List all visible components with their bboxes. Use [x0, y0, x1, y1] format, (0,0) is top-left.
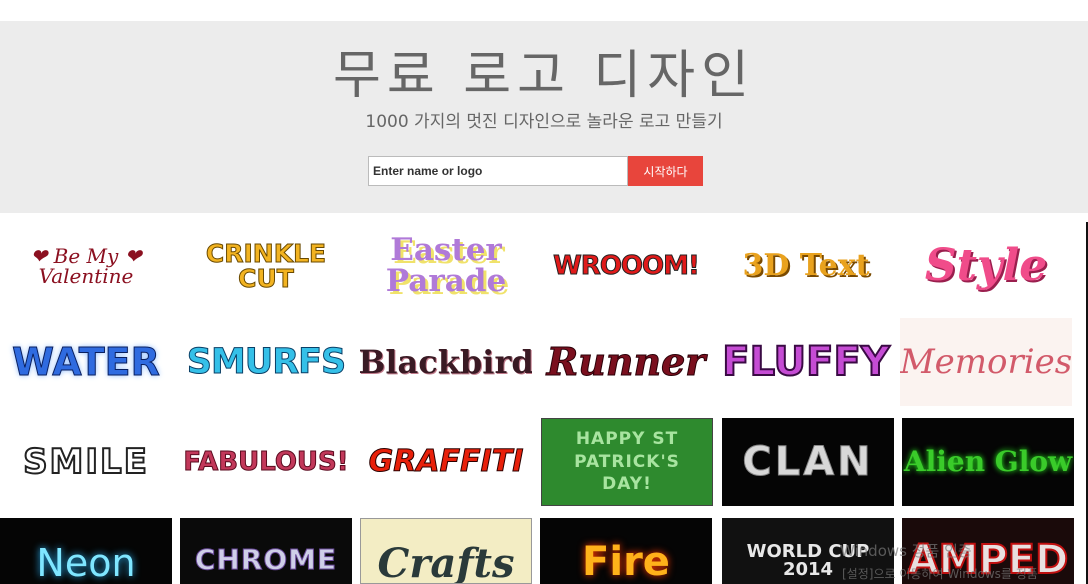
page-subtitle: 1000 가지의 멋진 디자인으로 놀라운 로고 만들기 [365, 112, 723, 132]
logo-text: Easter Parade [385, 232, 507, 299]
logo-tile-crinkle-cut[interactable]: CRINKLE CUT [180, 222, 352, 310]
logo-tile-neon[interactable]: Neon [0, 518, 172, 584]
logo-tile-crafts[interactable]: Crafts [360, 518, 532, 584]
logo-text: Alien Glow [903, 445, 1073, 478]
logo-tile-st-patricks[interactable]: HAPPY ST PATRICK'S DAY! [541, 418, 713, 506]
logo-tile-valentine[interactable]: ❤ Be My ❤ Valentine [0, 222, 172, 310]
logo-tile-water[interactable]: WATER [0, 318, 172, 406]
logo-gallery: ❤ Be My ❤ Valentine CRINKLE CUT Easter P… [0, 222, 1088, 584]
logo-tile-clan[interactable]: CLAN [722, 418, 894, 506]
logo-text: Fire [582, 539, 670, 584]
logo-tile-easter-parade[interactable]: Easter Parade [360, 222, 532, 310]
start-button[interactable]: 시작하다 [628, 156, 703, 186]
logo-text: ❤ Be My ❤ Valentine [30, 244, 142, 288]
logo-text: Neon [36, 541, 136, 584]
hero-banner: 무료 로고 디자인 1000 가지의 멋진 디자인으로 놀라운 로고 만들기 시… [0, 21, 1088, 213]
logo-text: Blackbird [360, 343, 532, 381]
logo-tile-alien-glow[interactable]: Alien Glow [902, 418, 1074, 506]
logo-tile-graffiti[interactable]: GRAFFITI [360, 418, 532, 506]
logo-tile-smurfs[interactable]: SMURFS [180, 318, 352, 406]
logo-name-input[interactable] [368, 156, 628, 186]
logo-tile-blackbird[interactable]: Blackbird [360, 318, 532, 406]
windows-activation-watermark-sub: [설정]으로 이동하여 Windows를 정품 [842, 567, 1038, 581]
logo-text: Style [924, 240, 1048, 291]
logo-tile-chrome[interactable]: CHROME [180, 518, 352, 584]
logo-tile-fabulous[interactable]: FABULOUS! [180, 418, 352, 506]
logo-text: WROOOM! [553, 251, 701, 281]
logo-tile-runner[interactable]: Runner [540, 318, 712, 406]
logo-tile-fluffy[interactable]: FLUFFY [720, 318, 892, 406]
logo-text: SMURFS [186, 341, 347, 382]
logo-text: CLAN [742, 439, 874, 485]
logo-text: GRAFFITI [368, 444, 524, 479]
logo-text: Memories [900, 342, 1072, 382]
search-form: 시작하다 [368, 156, 703, 186]
logo-text: HAPPY ST PATRICK'S DAY! [574, 428, 680, 495]
logo-text: WATER [12, 340, 161, 384]
logo-text: CRINKLE CUT [205, 239, 327, 293]
logo-tile-style[interactable]: Style [900, 222, 1072, 310]
logo-text: FABULOUS! [183, 447, 349, 477]
logo-text: Crafts [377, 540, 515, 584]
logo-tile-wrooom[interactable]: WROOOM! [540, 222, 712, 310]
logo-text: Runner [546, 339, 706, 384]
logo-tile-smile[interactable]: SMILE [0, 418, 172, 506]
logo-text: FLUFFY [721, 339, 890, 385]
logo-text: CHROME [194, 543, 338, 576]
logo-tile-memories[interactable]: Memories [900, 318, 1072, 406]
logo-text: 3D Text [742, 248, 870, 283]
page-title: 무료 로고 디자인 [333, 46, 755, 106]
logo-tile-3d-text[interactable]: 3D Text [720, 222, 892, 310]
logo-text: SMILE [22, 442, 149, 482]
logo-tile-fire[interactable]: Fire [540, 518, 712, 584]
windows-activation-watermark: Windows 정품 인증 [840, 542, 972, 560]
